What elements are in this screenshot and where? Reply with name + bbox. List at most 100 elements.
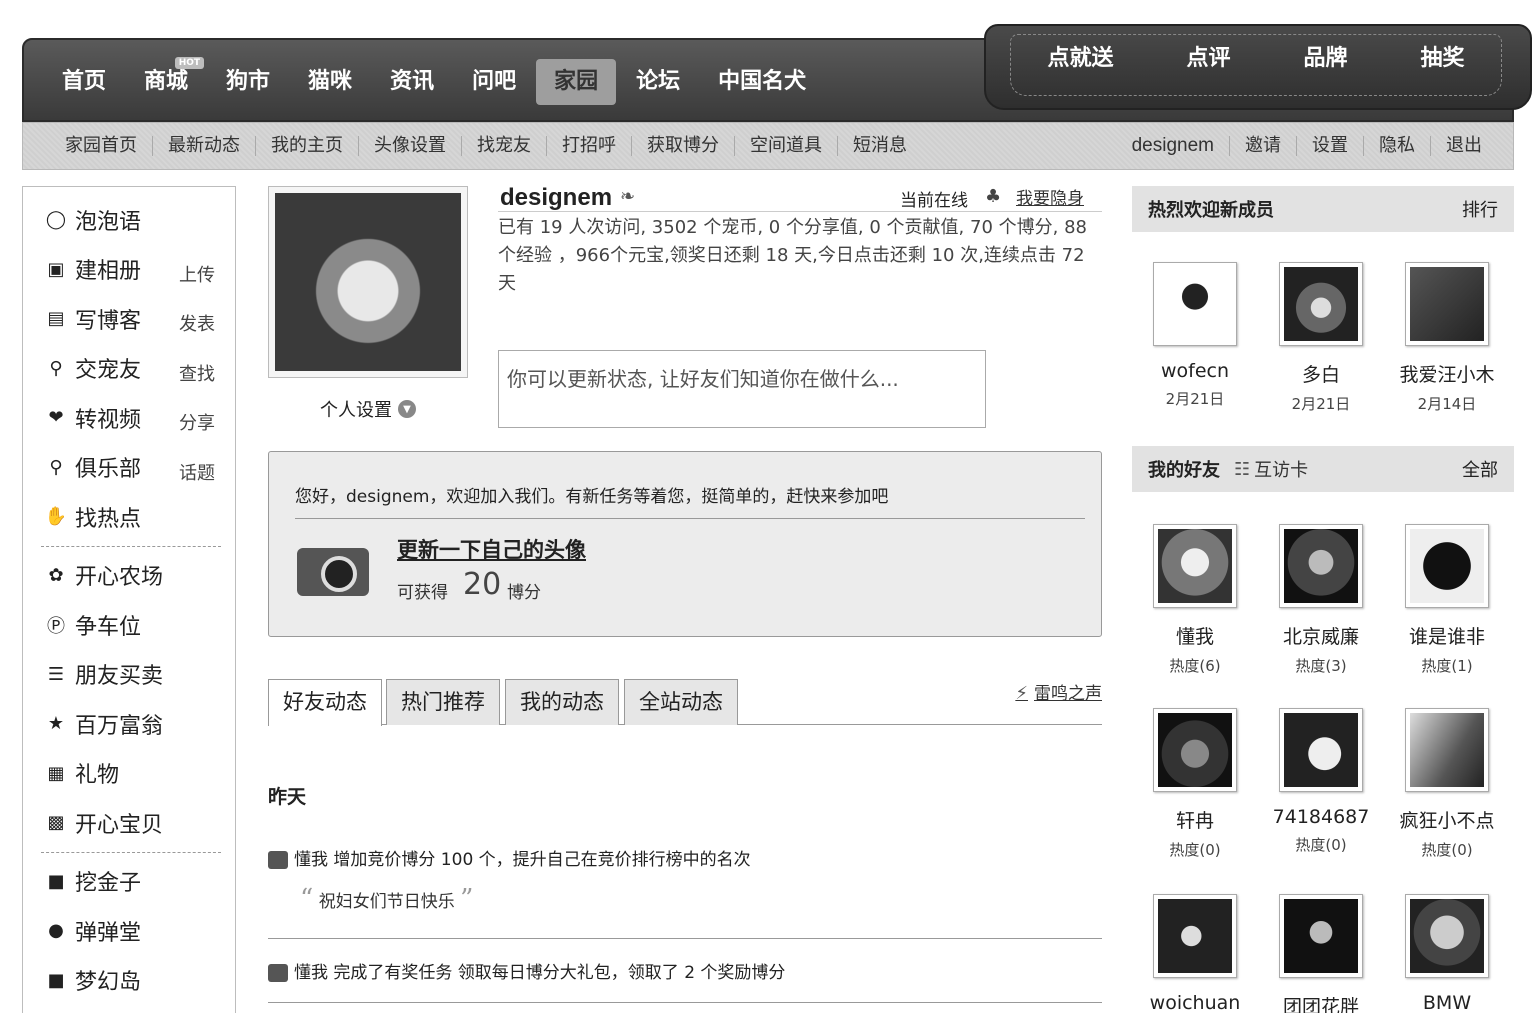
member-name[interactable]: 多白 xyxy=(1258,360,1384,387)
friend-name[interactable]: 74184687 xyxy=(1258,806,1384,828)
friend-card[interactable]: BMW xyxy=(1384,894,1510,1013)
member-name[interactable]: wofecn xyxy=(1132,360,1258,382)
member-card[interactable]: wofecn 2月21日 xyxy=(1132,262,1258,409)
sidebar-action-find[interactable]: 查找 xyxy=(179,360,215,386)
friend-card[interactable]: 谁是谁非 热度(1) xyxy=(1384,524,1510,676)
all-friends-link[interactable]: 全部 xyxy=(1462,456,1498,482)
sidebar-game-gold[interactable]: ■ 挖金子 xyxy=(23,857,235,907)
personal-settings-link[interactable]: 个人设置 ▼ xyxy=(320,396,416,422)
friend-avatar[interactable] xyxy=(1153,708,1237,792)
sidebar-app-baby[interactable]: ▩ 开心宝贝 xyxy=(23,798,235,848)
subnav-home[interactable]: 家园首页 xyxy=(23,136,152,156)
sidebar-app-millionaire[interactable]: ★ 百万富翁 xyxy=(23,699,235,749)
personal-settings-label: 个人设置 xyxy=(320,400,392,421)
friend-avatar[interactable] xyxy=(1153,524,1237,608)
sidebar-game-island[interactable]: ■ 梦幻岛 xyxy=(23,956,235,1006)
tab-friends-feed[interactable]: 好友动态 xyxy=(268,679,382,726)
sidebar-item-club[interactable]: ⚲ 俱乐部 话题 xyxy=(23,443,235,493)
member-avatar[interactable] xyxy=(1405,262,1489,346)
feed-user-link[interactable]: 懂我 xyxy=(294,963,328,983)
member-card[interactable]: 多白 2月21日 xyxy=(1258,262,1384,414)
member-avatar[interactable] xyxy=(1279,262,1363,346)
nav-famous-dogs[interactable]: 中国名犬 xyxy=(700,59,824,105)
nav-home[interactable]: 首页 xyxy=(44,59,124,105)
tab-hot-recommend[interactable]: 热门推荐 xyxy=(386,679,500,725)
sidebar-item-friends[interactable]: ⚲ 交宠友 查找 xyxy=(23,344,235,394)
friend-avatar[interactable] xyxy=(1405,894,1489,978)
nav-ask[interactable]: 问吧 xyxy=(454,59,534,105)
friend-avatar[interactable] xyxy=(1279,708,1363,792)
sidebar-app-trade[interactable]: ☰ 朋友买卖 xyxy=(23,650,235,700)
status-input[interactable]: 你可以更新状态, 让好友们知道你在做什么... xyxy=(498,350,986,428)
friend-name[interactable]: 懂我 xyxy=(1132,622,1258,649)
friend-card[interactable]: 北京威廉 热度(3) xyxy=(1258,524,1384,676)
subnav-logout[interactable]: 退出 xyxy=(1430,136,1497,156)
friend-card[interactable]: 疯狂小不点 热度(0) xyxy=(1384,708,1510,860)
subnav-my-page[interactable]: 我的主页 xyxy=(255,136,358,156)
subnav-earn-points[interactable]: 获取博分 xyxy=(631,136,734,156)
friend-avatar[interactable] xyxy=(1405,524,1489,608)
member-avatar[interactable] xyxy=(1153,262,1237,346)
friend-avatar[interactable] xyxy=(1405,708,1489,792)
feed-user-link[interactable]: 懂我 xyxy=(294,850,328,870)
sidebar-action-topics[interactable]: 话题 xyxy=(179,459,215,485)
sidebar-action-publish[interactable]: 发表 xyxy=(179,310,215,336)
sidebar-app-parking[interactable]: Ⓟ 争车位 xyxy=(23,600,235,650)
promo-lottery[interactable]: 抽奖 xyxy=(1420,40,1464,72)
member-name[interactable]: 我爱汪小木 xyxy=(1384,360,1510,387)
subnav-greet[interactable]: 打招呼 xyxy=(546,136,631,156)
friend-card[interactable]: 团团花胖 xyxy=(1258,894,1384,1013)
subnav-invite[interactable]: 邀请 xyxy=(1229,136,1296,156)
subnav-settings[interactable]: 设置 xyxy=(1296,136,1363,156)
sidebar-item-album[interactable]: ▣ 建相册 上传 xyxy=(23,245,235,295)
sidebar-app-farm[interactable]: ✿ 开心农场 xyxy=(23,551,235,601)
go-invisible-link[interactable]: 我要隐身 xyxy=(1016,184,1084,209)
user-avatar[interactable] xyxy=(268,186,468,378)
subnav-find-friends[interactable]: 找宠友 xyxy=(461,136,546,156)
tab-site-feed[interactable]: 全站动态 xyxy=(624,679,738,725)
subnav-avatar-settings[interactable]: 头像设置 xyxy=(358,136,461,156)
promo-click-send[interactable]: 点就送 xyxy=(1047,40,1113,72)
friend-avatar[interactable] xyxy=(1279,894,1363,978)
sidebar-app-gift[interactable]: ▦ 礼物 xyxy=(23,749,235,799)
friend-name[interactable]: BMW xyxy=(1384,992,1510,1013)
member-card[interactable]: 我爱汪小木 2月14日 xyxy=(1384,262,1510,414)
nav-mall[interactable]: 商城 HOT xyxy=(126,57,206,105)
visit-card-link[interactable]: 互访卡 xyxy=(1254,456,1308,482)
friend-name[interactable]: 疯狂小不点 xyxy=(1384,806,1510,833)
sidebar-item-hot[interactable]: ✋ 找热点 xyxy=(23,492,235,542)
friend-name[interactable]: 谁是谁非 xyxy=(1384,622,1510,649)
nav-news[interactable]: 资讯 xyxy=(372,59,452,105)
subnav-privacy[interactable]: 隐私 xyxy=(1363,136,1430,156)
promo-review[interactable]: 点评 xyxy=(1186,40,1230,72)
sidebar-action-share[interactable]: 分享 xyxy=(179,409,215,435)
sidebar-item-blog[interactable]: ▤ 写博客 发表 xyxy=(23,294,235,344)
subnav-latest[interactable]: 最新动态 xyxy=(152,136,255,156)
thunder-voice-link[interactable]: ⚡ 雷鸣之声 xyxy=(1015,679,1102,704)
nav-home-garden[interactable]: 家园 xyxy=(536,59,617,105)
nav-forum[interactable]: 论坛 xyxy=(618,59,698,105)
friend-name[interactable]: 北京威廉 xyxy=(1258,622,1384,649)
friend-avatar[interactable] xyxy=(1153,894,1237,978)
friend-avatar[interactable] xyxy=(1279,524,1363,608)
subnav-username[interactable]: designem xyxy=(1117,136,1229,156)
sidebar-action-upload[interactable]: 上传 xyxy=(179,261,215,287)
friend-card[interactable]: woichuan xyxy=(1132,894,1258,1013)
sidebar-item-bubble[interactable]: ◯ 泡泡语 xyxy=(23,195,235,245)
tab-my-feed[interactable]: 我的动态 xyxy=(505,679,619,725)
friend-name[interactable]: woichuan xyxy=(1132,992,1258,1013)
task-title-link[interactable]: 更新一下自己的头像 xyxy=(397,534,586,564)
sidebar-item-video[interactable]: ❤ 转视频 分享 xyxy=(23,393,235,443)
sidebar-game-pinball[interactable]: ● 弹弹堂 xyxy=(23,906,235,956)
friend-card[interactable]: 74184687 热度(0) xyxy=(1258,708,1384,855)
promo-brand[interactable]: 品牌 xyxy=(1303,40,1347,72)
subnav-space-items[interactable]: 空间道具 xyxy=(734,136,837,156)
nav-cats[interactable]: 猫咪 xyxy=(290,59,370,105)
ranking-link[interactable]: 排行 xyxy=(1462,196,1498,222)
friend-card[interactable]: 轩冉 热度(0) xyxy=(1132,708,1258,860)
subnav-messages[interactable]: 短消息 xyxy=(837,136,922,156)
friend-name[interactable]: 团团花胖 xyxy=(1258,992,1384,1013)
nav-dog-market[interactable]: 狗市 xyxy=(208,59,288,105)
friend-card[interactable]: 懂我 热度(6) xyxy=(1132,524,1258,676)
friend-name[interactable]: 轩冉 xyxy=(1132,806,1258,833)
